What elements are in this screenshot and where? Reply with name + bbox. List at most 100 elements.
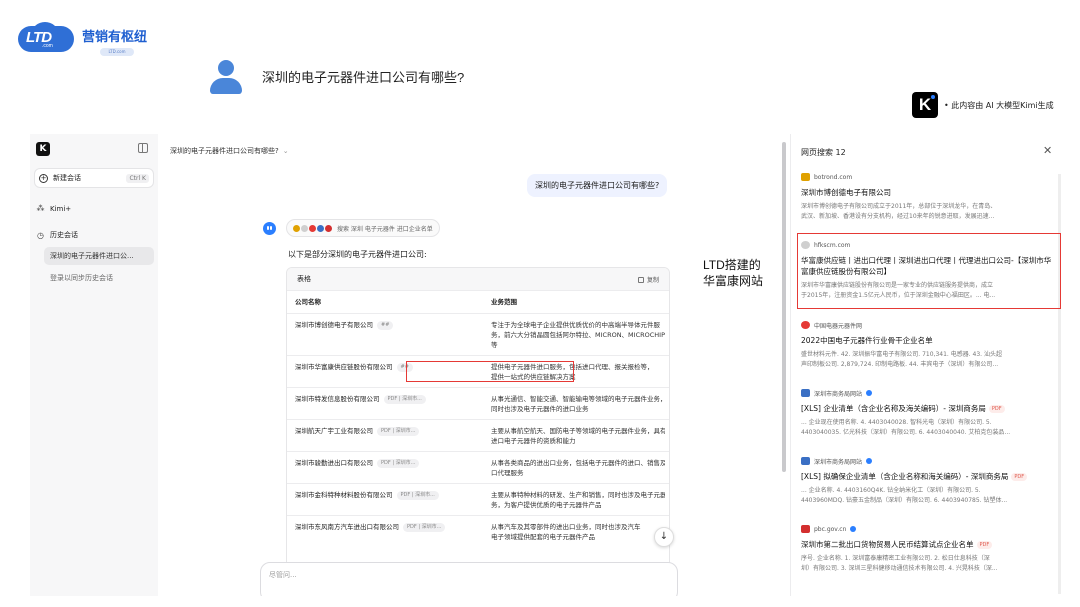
source-title: [XLS] 拟确保企业清单（含企业名称和海关编码）- 深圳商务局 xyxy=(801,472,1009,481)
kimi-bot-icon xyxy=(263,222,276,235)
chat-area: 深圳的电子元器件进口公司有哪些? ⌄ 深圳的电子元器件进口公司有哪些? 搜索 深圳… xyxy=(158,134,790,596)
source-site: 深圳市商务局网站 xyxy=(814,390,863,398)
sidebar-toggle-icon[interactable] xyxy=(138,143,148,153)
search-sources-chip[interactable]: 搜索 深圳 电子元器件 进口企业名单 xyxy=(286,219,440,237)
chat-title[interactable]: 深圳的电子元器件进口公司有哪些? ⌄ xyxy=(170,146,289,156)
table-row: 深圳航天广宇工业有限公司 PDF | 深圳市... 主要从事航空航天、国防电子等领… xyxy=(287,419,669,452)
new-chat-button[interactable]: + 新建会话 Ctrl K xyxy=(34,168,154,188)
company-name: 深圳市东风南方汽车进出口有限公司 xyxy=(295,523,399,531)
chat-scrollbar[interactable] xyxy=(782,142,786,472)
pdf-badge: PDF xyxy=(1011,473,1028,481)
source-snippet: 圳）有限公司. 3. 深圳三星科健移动通信技术有限公司. 4. 兴晃科技（深..… xyxy=(801,565,998,572)
user-message-bubble: 深圳的电子元器件进口公司有哪些? xyxy=(527,174,668,197)
source-snippet: 声印制板公司. 2,879,724. 印制电路板. 44. 丰宾电子（深圳）有限… xyxy=(801,361,999,368)
plus-icon: + xyxy=(39,173,48,183)
source-snippet: ... 企业名称. 4. 4403160Q4K. 钻全纳米化工（深圳）有限公司.… xyxy=(801,487,981,494)
citation-tag[interactable]: PDF | 深圳市... xyxy=(377,459,420,468)
source-snippet: ... 企业现在使用名称. 4. 4403040028. 智科光电（深圳）有限公… xyxy=(801,419,992,426)
sidebar-logo-icon[interactable]: K xyxy=(36,142,50,156)
source-title: 深圳市第二批出口货物贸易人民币结算试点企业名单 xyxy=(801,540,974,549)
verified-icon xyxy=(866,458,873,464)
citation-tag[interactable]: PDF | 深圳市... xyxy=(377,427,420,436)
kimi-logo-icon: K xyxy=(912,92,938,118)
table-row: 深圳市骏勤进出口有限公司 PDF | 深圳市... 从事各类商品的进出口业务，包括… xyxy=(287,451,669,484)
source-site: pbc.gov.cn xyxy=(814,525,847,533)
source-site: 中国电器元器件网 xyxy=(814,322,863,330)
ltd-logo: LTD .com xyxy=(18,22,76,56)
panel-title: 网页搜索 12 xyxy=(801,148,846,157)
company-name: 深圳市特发信息股份有限公司 xyxy=(295,395,380,403)
apps-icon: ⁂ xyxy=(36,204,45,213)
clock-icon: ◷ xyxy=(37,230,44,240)
copy-icon xyxy=(637,276,644,283)
brand-name: 营销有枢纽 xyxy=(82,29,148,44)
search-chip-text: 搜索 深圳 电子元器件 进口企业名单 xyxy=(337,225,433,233)
question-text: 深圳的电子元器件进口公司有哪些? xyxy=(262,70,465,85)
company-name: 深圳市金科特种材料股份有限公司 xyxy=(295,491,393,499)
close-icon[interactable]: ✕ xyxy=(1043,144,1052,157)
company-name: 深圳航天广宇工业有限公司 xyxy=(295,427,373,435)
source-snippet: 深圳市博创德电子有限公司成立于2011年，总部位于深圳龙华，在青岛、 xyxy=(801,203,997,210)
table-label: 表格 xyxy=(297,275,311,283)
company-name: 深圳市博创德电子有限公司 xyxy=(295,321,373,329)
search-result[interactable]: 深圳市商务局网站 [XLS] 企业清单（含企业名称及海关编码）- 深圳商务局 PD… xyxy=(801,388,1055,438)
source-snippet: 盛世材料元件. 42. 深圳振华富电子有限公司. 710,341. 电感器. 4… xyxy=(801,351,1002,358)
answer-table: 表格 复制 公司名称 业务范围 深圳市博创德电子有限公司 ## 专注于为全球电子企… xyxy=(286,267,670,596)
logo-sub: .com xyxy=(42,43,53,49)
sidebar-item-history[interactable]: ◷ 历史会话 xyxy=(36,230,78,240)
source-title: [XLS] 企业清单（含企业名称及海关编码）- 深圳商务局 xyxy=(801,404,986,413)
table-row: 深圳市东风南方汽车进出口有限公司 PDF | 深圳市... 从事汽车及其零部件的进… xyxy=(287,515,669,548)
site-favicon-icon xyxy=(801,321,810,329)
brand-badge: LTD.com xyxy=(100,48,134,56)
new-chat-label: 新建会话 xyxy=(53,174,81,182)
company-name: 深圳市华富康供应链股份有限公司 xyxy=(295,363,393,371)
citation-tag[interactable]: PDF | 深圳市... xyxy=(396,491,439,500)
table-row: 深圳市博创德电子有限公司 ## 专注于为全球电子企业提供优质优价的中高端半导体元件… xyxy=(287,313,669,356)
pdf-badge: PDF xyxy=(976,541,993,549)
citation-tag[interactable]: ## xyxy=(377,321,394,330)
source-site: botrond.com xyxy=(814,173,853,181)
column-header: 公司名称 xyxy=(287,290,483,314)
source-snippet: 武汉、新加坡、香港设有分支机构，经过10来年的锐意进取，发展迅速... xyxy=(801,213,995,220)
sidebar: K + 新建会话 Ctrl K ⁂ Kimi+ ◷ 历史会话 深圳的电子元器件进… xyxy=(30,134,158,596)
citation-tag[interactable]: PDF | 深圳市... xyxy=(383,395,426,404)
company-name: 深圳市骏勤进出口有限公司 xyxy=(295,459,373,467)
sidebar-item-label: 历史会话 xyxy=(50,231,78,239)
chat-input[interactable]: 尽管问... xyxy=(260,562,678,596)
source-title: 深圳市博创德电子有限公司 xyxy=(801,188,891,197)
user-avatar-icon xyxy=(208,60,244,96)
sidebar-item-kimi-plus[interactable]: ⁂ Kimi+ xyxy=(36,204,72,213)
site-favicon-icon xyxy=(801,389,810,397)
web-search-panel: 网页搜索 12 ✕ botrond.com 深圳市博创德电子有限公司 深圳市博创… xyxy=(790,134,1064,596)
scroll-down-button[interactable]: ↓ xyxy=(654,527,674,547)
shortcut-badge: Ctrl K xyxy=(126,173,149,183)
citation-tag[interactable]: PDF | 深圳市... xyxy=(403,523,446,532)
site-favicon-icon xyxy=(801,525,810,533)
source-snippet: 4403040035. 亿光科技（深圳）有限公司. 6. 4403040040.… xyxy=(801,429,1011,436)
kimi-credit: K • 此内容由 AI 大模型Kimi生成 xyxy=(912,92,1054,118)
search-result[interactable]: pbc.gov.cn 深圳市第二批出口货物贸易人民币结算试点企业名单 PDF 序号… xyxy=(801,524,1055,574)
brand: LTD .com 营销有枢纽 LTD.com xyxy=(18,22,147,56)
table-row: 深圳市金科特种材料股份有限公司 PDF | 深圳市... 主要从事特种材料的研发、… xyxy=(287,483,669,516)
site-favicon-icon xyxy=(801,173,810,181)
table-row: 深圳市特发信息股份有限公司 PDF | 深圳市... 从事光通信、智能交通、智能输… xyxy=(287,387,669,420)
source-site: 深圳市商务局网站 xyxy=(814,458,863,466)
kimi-window: K + 新建会话 Ctrl K ⁂ Kimi+ ◷ 历史会话 深圳的电子元器件进… xyxy=(30,134,1064,596)
input-placeholder: 尽管问... xyxy=(269,571,297,579)
source-snippet: 4403960MDQ. 钻豪五金制品（深圳）有限公司. 6. 440394078… xyxy=(801,497,1008,504)
highlight-box xyxy=(406,361,574,382)
sidebar-item-label: Kimi+ xyxy=(50,204,72,213)
answer-intro: 以下是部分深圳的电子元器件进口公司: xyxy=(288,250,427,259)
search-result[interactable]: botrond.com 深圳市博创德电子有限公司 深圳市博创德电子有限公司成立于… xyxy=(801,172,1055,222)
copy-button[interactable]: 复制 xyxy=(637,275,659,284)
source-favicons-icon xyxy=(293,224,333,232)
kimi-credit-text: • 此内容由 AI 大模型Kimi生成 xyxy=(944,100,1054,110)
highlight-box xyxy=(797,233,1061,309)
login-sync-link[interactable]: 登录以同步历史会话 xyxy=(44,269,154,287)
source-snippet: 序号. 企业名称. 1. 深圳富泰康精密工业有限公司. 2. 松日仕息科技（深 xyxy=(801,555,990,562)
search-result[interactable]: 中国电器元器件网 2022中国电子元器件行业骨干企业名单 盛世材料元件. 42.… xyxy=(801,320,1055,370)
search-result[interactable]: 深圳市商务局网站 [XLS] 拟确保企业清单（含企业名称和海关编码）- 深圳商务… xyxy=(801,456,1055,506)
history-item[interactable]: 深圳的电子元器件进口公... xyxy=(44,247,154,265)
chevron-down-icon: ⌄ xyxy=(282,147,289,155)
site-favicon-icon xyxy=(801,457,810,465)
